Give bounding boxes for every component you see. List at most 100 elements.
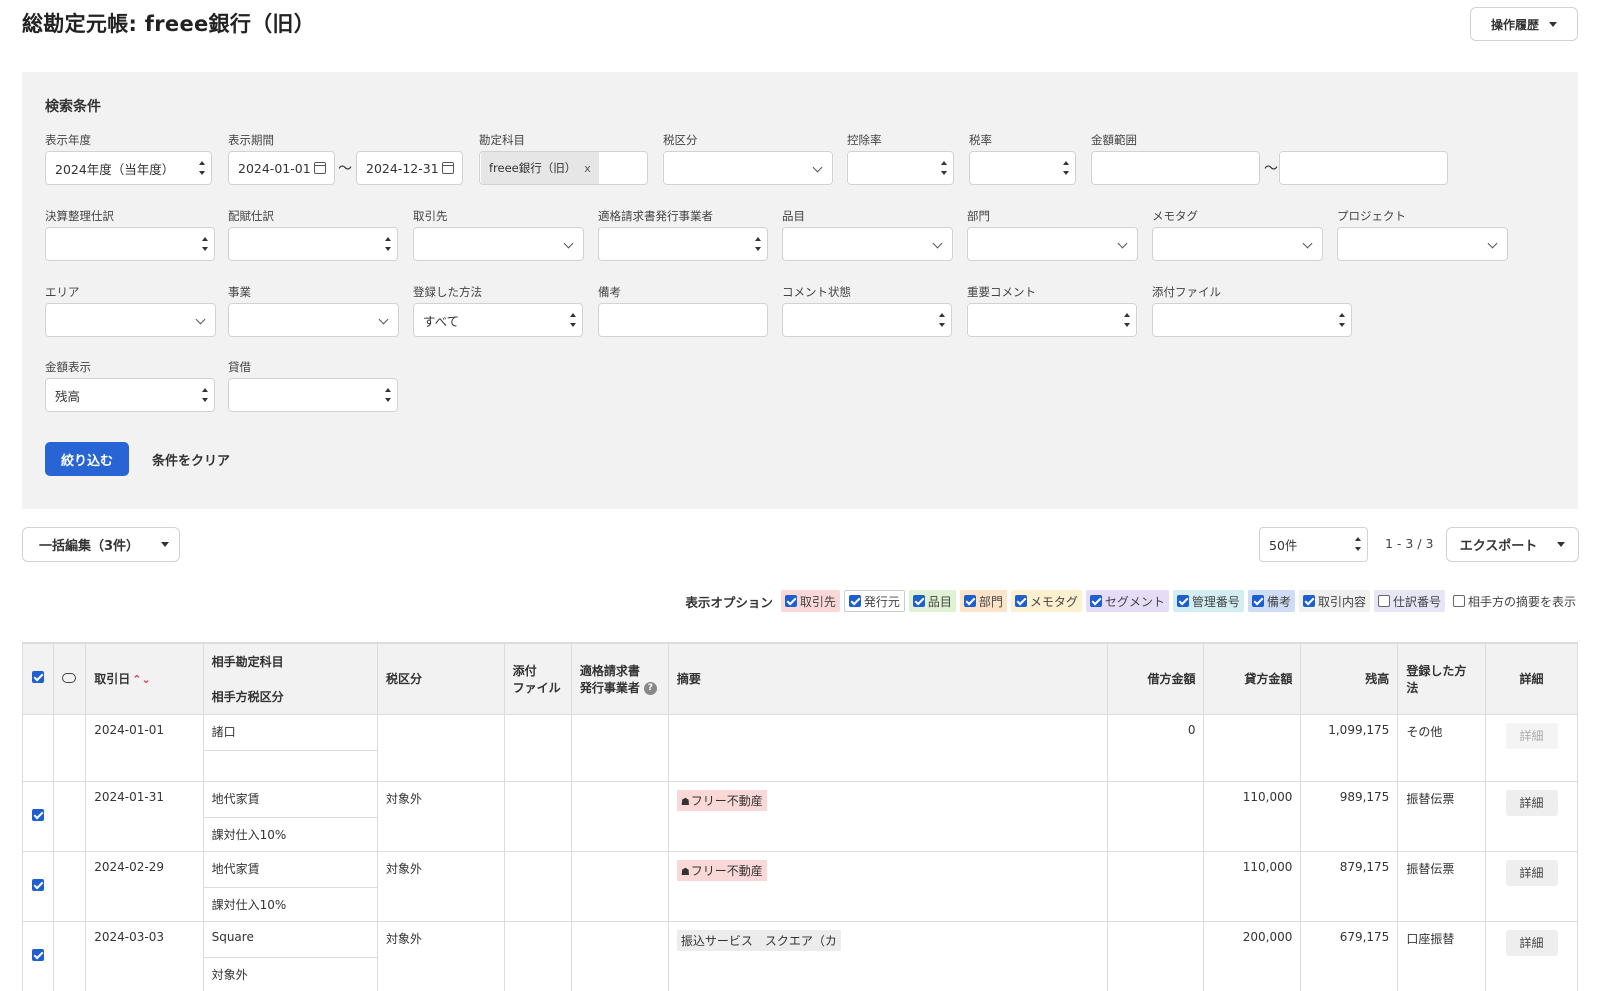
display-option-item[interactable]: 品目 — [908, 590, 956, 612]
tax-rate-label: 税率 — [969, 133, 992, 147]
display-option-checkbox[interactable] — [1302, 595, 1315, 607]
debit-credit-select[interactable] — [228, 378, 398, 412]
chevron-down-icon — [932, 238, 943, 249]
display-option-item[interactable]: 取引内容 — [1298, 590, 1370, 612]
row-counter-account: Square — [203, 922, 378, 958]
deduction-rate-select[interactable] — [847, 151, 954, 185]
display-option-checkbox[interactable] — [1089, 595, 1102, 607]
display-option-checkbox[interactable] — [912, 595, 925, 607]
display-option-checkbox[interactable] — [1176, 595, 1189, 607]
registration-method-select[interactable]: すべて — [413, 303, 583, 337]
display-option-checkbox[interactable] — [1452, 595, 1465, 607]
tax-rate-select[interactable] — [969, 151, 1076, 185]
deduction-rate-label: 控除率 — [847, 133, 882, 147]
tax-category-label: 税区分 — [663, 133, 698, 147]
item-select[interactable] — [782, 227, 953, 261]
display-option-checkbox[interactable] — [1014, 595, 1027, 607]
amount-max-input[interactable] — [1279, 151, 1448, 185]
row-invoice-issuer — [570, 920, 669, 991]
display-option-checkbox[interactable] — [784, 595, 797, 607]
calendar-icon[interactable] — [314, 162, 326, 174]
period-from-input[interactable]: 2024-01-01 — [228, 151, 335, 185]
attachment-header-line2: ファイル — [512, 680, 561, 695]
display-option-item[interactable]: 発行元 — [843, 590, 905, 612]
row-comment-cell — [52, 780, 87, 852]
department-select[interactable] — [967, 227, 1138, 261]
display-option-label: 取引内容 — [1317, 594, 1366, 609]
row-checkbox[interactable] — [31, 808, 44, 821]
history-dropdown-button[interactable]: 操作履歴 — [1470, 7, 1578, 41]
display-option-item[interactable]: セグメント — [1085, 590, 1169, 612]
partner-select[interactable] — [413, 227, 584, 261]
display-options-list: 取引先 発行元 品目 部門 メモタグ セグメント 管理番号 備考 取引内容 仕訳番号 相手方の摘要を… — [780, 590, 1580, 612]
memo-tag-select[interactable] — [1152, 227, 1323, 261]
home-icon: ☗ — [680, 866, 690, 878]
period-to-input[interactable]: 2024-12-31 — [356, 151, 463, 185]
row-checkbox[interactable] — [31, 878, 44, 891]
area-select[interactable] — [45, 303, 216, 337]
row-detail-cell: 詳細 — [1485, 780, 1578, 852]
table-row: 2024-03-03 Square 対象外 対象外 振込サービス スクエア（カ 200,0… — [22, 920, 1578, 991]
filter-button[interactable]: 絞り込む — [45, 442, 129, 476]
row-counter-account: 地代家賃 — [203, 852, 378, 888]
display-option-item[interactable]: 備考 — [1247, 590, 1295, 612]
allocation-entry-select[interactable] — [228, 227, 398, 261]
date-header[interactable]: 取引日 ⌃⌄ — [85, 642, 204, 715]
display-options: 表示オプション 取引先 発行元 品目 部門 メモタグ セグメント 管理番号 備考 取引内容 仕訳番… — [630, 590, 1580, 612]
comment-status-select[interactable] — [782, 303, 952, 337]
closing-entry-label: 決算整理仕訳 — [45, 209, 114, 223]
row-comment-cell — [52, 920, 87, 991]
period-from-value: 2024-01-01 — [238, 160, 311, 176]
item-label: 品目 — [782, 209, 805, 223]
account-multiselect[interactable]: freee銀行（旧） x — [479, 151, 648, 185]
display-option-item[interactable]: メモタグ — [1010, 590, 1082, 612]
detail-button[interactable]: 詳細 — [1505, 789, 1558, 816]
invoice-issuer-select[interactable] — [598, 227, 768, 261]
detail-button[interactable]: 詳細 — [1505, 929, 1558, 956]
important-comment-label: 重要コメント — [967, 285, 1036, 299]
display-option-item[interactable]: 仕訳番号 — [1373, 590, 1445, 612]
chevron-down-icon — [378, 314, 389, 325]
row-credit — [1203, 713, 1302, 782]
calendar-icon[interactable] — [442, 162, 454, 174]
select-arrows-icon — [755, 237, 761, 251]
row-description: ☗フリー不動産 — [667, 780, 1108, 852]
per-page-select[interactable]: 50件 — [1259, 527, 1368, 562]
display-option-item[interactable]: 取引先 — [780, 590, 840, 612]
important-comment-select[interactable] — [967, 303, 1137, 337]
detail-button[interactable]: 詳細 — [1505, 722, 1558, 749]
project-select[interactable] — [1337, 227, 1508, 261]
display-option-item[interactable]: 相手方の摘要を表示 — [1448, 590, 1580, 612]
select-arrows-icon — [939, 313, 945, 327]
export-button[interactable]: エクスポート — [1446, 527, 1579, 562]
row-checkbox[interactable] — [31, 948, 44, 961]
attachment-select[interactable] — [1152, 303, 1352, 337]
sort-icon[interactable]: ⌃⌄ — [132, 673, 150, 686]
tax-category-select[interactable] — [663, 151, 833, 185]
clear-conditions-button[interactable]: 条件をクリア — [152, 450, 230, 469]
amount-min-input[interactable] — [1091, 151, 1260, 185]
bulk-edit-button[interactable]: 一括編集（3件） — [22, 527, 180, 562]
table-row: 2024-01-31 地代家賃 課対仕入10% 対象外 ☗フリー不動産 110,000 98… — [22, 780, 1578, 852]
display-option-checkbox[interactable] — [1251, 595, 1264, 607]
remarks-input[interactable] — [598, 303, 768, 337]
fiscal-year-select[interactable]: 2024年度（当年度） — [45, 151, 212, 185]
display-option-label: 取引先 — [799, 594, 836, 609]
closing-entry-select[interactable] — [45, 227, 215, 261]
row-counter-cell: 地代家賃 課対仕入10% — [202, 780, 379, 852]
debit-header: 借方金額 — [1106, 642, 1205, 715]
display-option-checkbox[interactable] — [963, 595, 976, 607]
row-attachment — [503, 920, 572, 991]
display-option-checkbox[interactable] — [1377, 595, 1390, 607]
business-select[interactable] — [228, 303, 399, 337]
amount-display-select[interactable]: 残高 — [45, 378, 215, 412]
detail-button[interactable]: 詳細 — [1505, 859, 1558, 886]
help-icon[interactable]: ? — [643, 681, 657, 695]
display-option-item[interactable]: 管理番号 — [1172, 590, 1244, 612]
select-all-checkbox[interactable] — [31, 671, 44, 684]
chip-remove-icon[interactable]: x — [584, 162, 591, 175]
caret-down-icon — [1549, 21, 1557, 27]
row-invoice-issuer — [570, 850, 669, 922]
display-option-item[interactable]: 部門 — [959, 590, 1007, 612]
display-option-checkbox[interactable] — [848, 595, 861, 607]
